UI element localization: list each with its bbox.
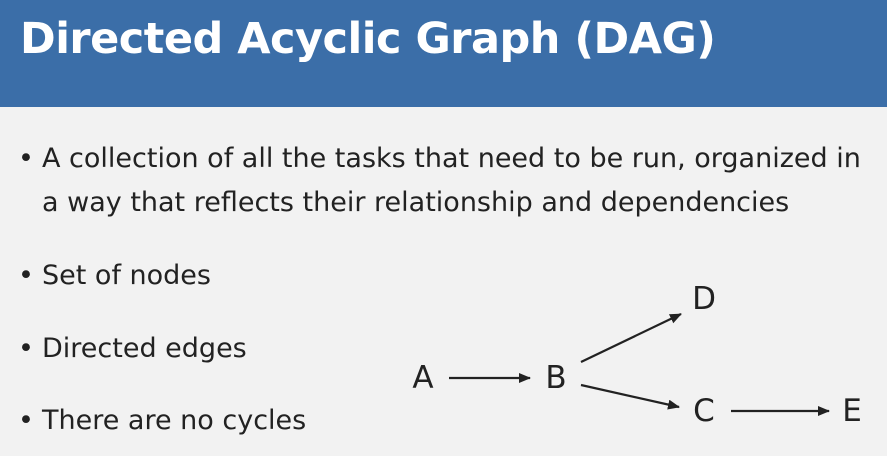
bullet-text: Set of nodes [42,260,211,291]
bullet-item: • There are no cycles [18,399,418,443]
node-c: C [693,393,715,429]
bullet-dot-icon: • [18,333,34,364]
bullet-text: Directed edges [42,333,247,364]
bullet-item: • Set of nodes [18,254,418,298]
bullet-text: There are no cycles [42,405,307,436]
edge-b-d [580,313,682,363]
edge-b-c [580,383,680,410]
bullet-dot-icon: • [18,143,34,174]
node-b: B [545,360,566,396]
bullet-item: • Directed edges [18,327,418,371]
node-d: D [692,281,716,317]
bullet-item: • A collection of all the tasks that nee… [18,137,878,225]
bullet-dot-icon: • [18,260,34,291]
bullet-text: A collection of all the tasks that need … [42,143,861,218]
bullet-dot-icon: • [18,405,34,436]
slide-title: Directed Acyclic Graph (DAG) [20,14,716,64]
node-e: E [842,393,862,429]
title-bar: Directed Acyclic Graph (DAG) [0,0,887,107]
